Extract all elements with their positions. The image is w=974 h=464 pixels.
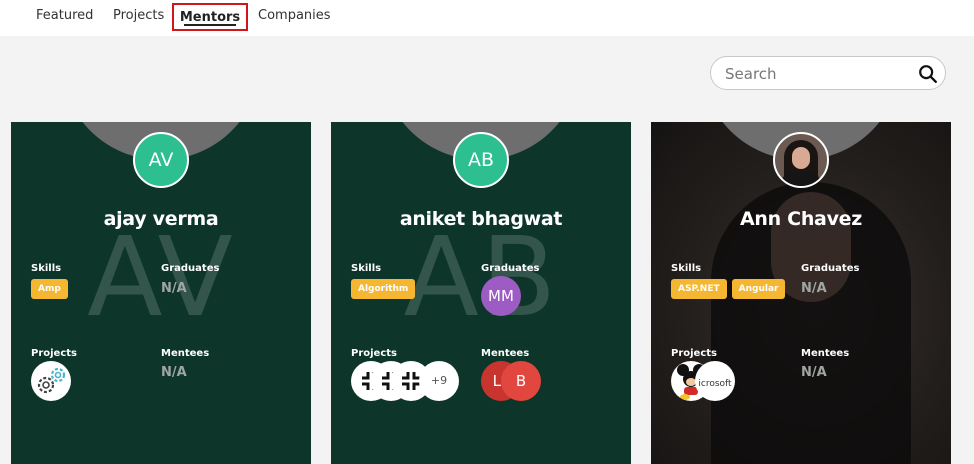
graduates-label: Graduates [481,263,540,274]
tab-companies[interactable]: Companies [258,3,331,31]
skills-list: Amp [31,276,73,299]
mentees-value: N/A [161,365,187,380]
graduates-value: N/A [801,281,827,296]
more-projects-count[interactable]: +9 [419,361,459,401]
search-icon[interactable] [917,63,939,85]
avatar-photo-body [781,172,821,186]
skills-list: ASP.NET Angular [671,276,790,299]
skill-badge[interactable]: ASP.NET [671,279,727,299]
tab-featured[interactable]: Featured [36,3,93,31]
skills-list: Algorithm [351,276,420,299]
skill-badge[interactable]: Amp [31,279,68,299]
project-avatar[interactable]: icrosoft .NET [695,361,735,401]
mentee-avatar[interactable]: B [501,361,541,401]
tab-mentors-label: Mentors [179,10,241,25]
skills-label: Skills [351,263,382,274]
mentees-label: Mentees [481,348,530,359]
mentor-card[interactable]: AV AV ajay verma Skills Graduates Amp N/… [11,122,311,464]
mentor-card[interactable]: Ann Chavez Skills Graduates ASP.NET Angul… [651,122,951,464]
mentees-label: Mentees [161,348,210,359]
mentees-label: Mentees [801,348,850,359]
skill-badge[interactable]: Algorithm [351,279,416,299]
graduates-value: N/A [161,281,187,296]
graduate-avatar[interactable]: MM [481,276,521,316]
tab-mentors[interactable]: Mentors [172,3,248,31]
projects-label: Projects [31,348,78,359]
graduates-label: Graduates [801,263,860,274]
project-avatar[interactable] [31,361,71,401]
mentees-value: N/A [801,365,827,380]
projects-label: Projects [351,348,398,359]
avatar[interactable]: AV [133,132,189,188]
avatar-photo-face [792,147,810,169]
projects-label: Projects [671,348,718,359]
active-tab-underline [184,24,236,26]
skill-badge[interactable]: Angular [731,279,786,299]
search-box [710,56,946,90]
skills-label: Skills [671,263,702,274]
top-nav: Featured Projects Mentors Companies [0,0,974,36]
graduates-label: Graduates [161,263,220,274]
mentor-card[interactable]: AB AB aniket bhagwat Skills Graduates Al… [331,122,631,464]
mentor-name[interactable]: aniket bhagwat [331,208,631,230]
gears-icon [37,367,66,394]
avatar[interactable]: AB [453,132,509,188]
mentor-name[interactable]: Ann Chavez [651,208,951,230]
avatar[interactable] [773,132,829,188]
tab-projects[interactable]: Projects [113,3,164,31]
search-input[interactable] [725,63,905,85]
skills-label: Skills [31,263,62,274]
mentor-name[interactable]: ajay verma [11,208,311,230]
